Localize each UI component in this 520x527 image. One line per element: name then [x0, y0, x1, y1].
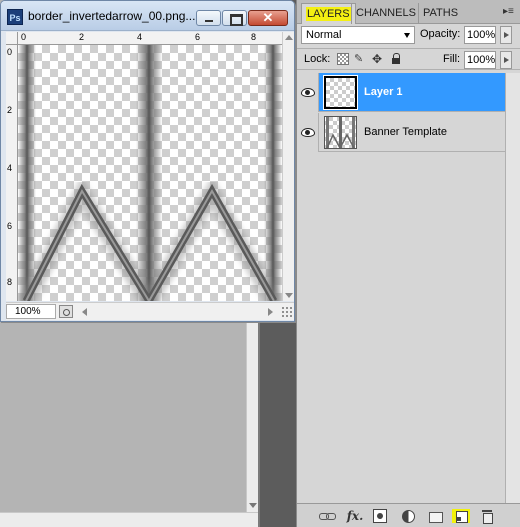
- document-titlebar[interactable]: Ps border_invertedarrow_00.png... ✕: [1, 1, 294, 31]
- close-button[interactable]: ✕: [248, 10, 288, 26]
- layer-row-layer-1[interactable]: Layer 1: [297, 73, 505, 112]
- lock-image-pixels-icon[interactable]: ✎: [354, 53, 366, 65]
- fill-input[interactable]: 100%: [464, 51, 496, 69]
- fx-icon[interactable]: fx.: [345, 509, 365, 523]
- banner-thumbnail-art: [326, 117, 355, 150]
- layers-panel: LAYERS CHANNELS PATHS ▸≡ Normal Opacity:…: [296, 0, 520, 527]
- visibility-toggle[interactable]: [297, 113, 319, 152]
- ruler-label: 2: [7, 105, 13, 115]
- scroll-down-arrow-icon[interactable]: [249, 503, 257, 508]
- link-layers-icon[interactable]: [319, 509, 337, 523]
- lock-label: Lock:: [304, 53, 331, 65]
- maximize-button[interactable]: [222, 10, 247, 26]
- close-icon: ✕: [262, 10, 274, 25]
- ruler-label: 0: [21, 32, 27, 42]
- trash-icon[interactable]: [481, 509, 493, 524]
- layer-row-banner-template[interactable]: Banner Template: [297, 113, 505, 152]
- eye-icon: [301, 128, 315, 137]
- new-layer-icon[interactable]: [452, 509, 470, 523]
- panel-menu-icon[interactable]: ▸≡: [503, 7, 515, 17]
- status-info-icon[interactable]: [59, 305, 73, 318]
- layers-bottom-toolbar: fx.: [297, 503, 520, 527]
- layers-scrollbar[interactable]: [505, 73, 520, 503]
- center-border-bar: [136, 45, 162, 301]
- horizontal-ruler[interactable]: 0 2 4 6 8: [18, 32, 282, 45]
- visibility-toggle[interactable]: [297, 73, 319, 112]
- opacity-input[interactable]: 100%: [464, 26, 496, 44]
- vertical-ruler[interactable]: 0 2 4 6 8: [6, 45, 18, 301]
- ruler-label: 0: [7, 47, 13, 57]
- group-folder-icon[interactable]: [428, 509, 443, 523]
- lock-row: Lock: ✎ ✥ Fill: 100%: [297, 48, 520, 70]
- scroll-down-arrow-icon[interactable]: [285, 293, 293, 298]
- layer-mask-icon[interactable]: [373, 509, 387, 523]
- document-window[interactable]: Ps border_invertedarrow_00.png... ✕ 0 2 …: [0, 0, 295, 322]
- scroll-right-arrow-icon[interactable]: [268, 308, 273, 316]
- ruler-label: 8: [7, 277, 13, 287]
- panel-tab-bar: LAYERS CHANNELS PATHS ▸≡: [297, 0, 520, 24]
- blend-mode-value: Normal: [306, 29, 342, 41]
- scroll-up-arrow-icon[interactable]: [285, 35, 293, 40]
- zoom-level-field[interactable]: 100%: [6, 304, 56, 319]
- workspace-horizontal-scrollbar[interactable]: [0, 512, 258, 527]
- blend-mode-select[interactable]: Normal: [301, 26, 415, 44]
- tab-layers-label: LAYERS: [306, 7, 351, 21]
- adjustment-layer-icon[interactable]: [401, 509, 415, 523]
- border-artwork: [18, 45, 282, 301]
- lock-transparent-pixels-icon[interactable]: [337, 53, 349, 65]
- scroll-left-arrow-icon[interactable]: [82, 308, 87, 316]
- tab-paths[interactable]: PATHS: [418, 3, 462, 24]
- tab-layers[interactable]: LAYERS: [301, 3, 356, 24]
- minimize-button[interactable]: [196, 10, 221, 26]
- lock-all-icon[interactable]: [390, 53, 402, 65]
- layer-thumbnail: [324, 76, 357, 109]
- layer-thumbnail: [324, 116, 357, 150]
- ruler-origin-corner[interactable]: [6, 32, 18, 45]
- layer-name: Banner Template: [364, 126, 447, 138]
- document-canvas[interactable]: [18, 45, 282, 301]
- lock-position-icon[interactable]: ✥: [372, 53, 384, 65]
- photoshop-app-icon: Ps: [7, 9, 23, 25]
- eye-icon: [301, 88, 315, 97]
- left-border-bar: [18, 45, 36, 301]
- opacity-slider-toggle[interactable]: [500, 26, 512, 44]
- ruler-label: 4: [137, 32, 143, 42]
- ruler-label: 6: [195, 32, 201, 42]
- document-vertical-scrollbar[interactable]: [282, 32, 294, 301]
- document-status-bar: 100%: [6, 302, 294, 320]
- opacity-label: Opacity:: [420, 28, 461, 40]
- chevron-down-icon: [404, 33, 410, 38]
- tab-channels[interactable]: CHANNELS: [351, 3, 420, 24]
- ruler-label: 8: [251, 32, 257, 42]
- fill-slider-toggle[interactable]: [500, 51, 512, 69]
- ruler-label: 2: [79, 32, 85, 42]
- right-border-bar: [264, 45, 282, 301]
- layer-name: Layer 1: [364, 86, 403, 98]
- workspace-vertical-scrollbar[interactable]: [246, 300, 258, 512]
- document-title: border_invertedarrow_00.png...: [28, 9, 196, 23]
- ruler-label: 6: [7, 221, 13, 231]
- fill-label: Fill:: [443, 53, 461, 65]
- resize-grip-icon[interactable]: [281, 306, 292, 317]
- ruler-label: 4: [7, 163, 13, 173]
